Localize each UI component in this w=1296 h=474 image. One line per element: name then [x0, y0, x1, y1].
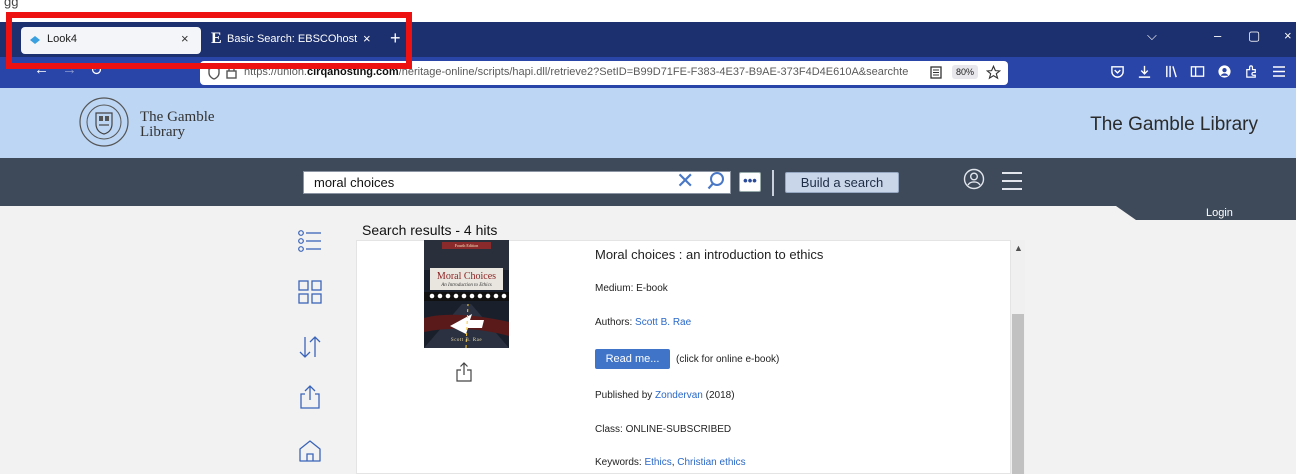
- share-icon[interactable]: [297, 384, 323, 410]
- login-link[interactable]: Login: [1206, 207, 1233, 219]
- tab-list-dropdown-icon[interactable]: ⌵: [1147, 28, 1157, 44]
- keyword-link[interactable]: Ethics: [644, 457, 671, 468]
- cover-edition: Fourth Edition: [454, 243, 479, 248]
- shield-icon[interactable]: [208, 66, 220, 80]
- result-authors: Authors: Scott B. Rae: [595, 317, 692, 328]
- divider: [772, 170, 774, 196]
- forward-button[interactable]: →: [62, 61, 77, 78]
- minimize-button[interactable]: –: [1214, 28, 1221, 43]
- search-input[interactable]: moral choices: [303, 171, 731, 194]
- scroll-up-arrow-icon[interactable]: ▲: [1014, 243, 1023, 253]
- reload-button[interactable]: ↻: [90, 61, 103, 79]
- sort-icon[interactable]: [297, 334, 323, 360]
- cover-author: Scott B. Rae: [450, 338, 483, 343]
- tab-title: Basic Search: EBSCOhost: [227, 33, 358, 45]
- tab-title: Look4: [47, 33, 77, 45]
- book-cover-image[interactable]: Fourth Edition Moral Choices An Introduc…: [424, 240, 509, 348]
- college-seal-logo[interactable]: [78, 96, 130, 148]
- tab-look4[interactable]: Look4 ×: [21, 27, 201, 54]
- result-publisher: Published by Zondervan (2018): [595, 390, 735, 401]
- new-tab-button[interactable]: +: [390, 27, 401, 49]
- result-medium: Medium: E-book: [595, 283, 668, 294]
- top-strip: gg: [0, 0, 1296, 22]
- tab-close-icon[interactable]: ×: [181, 31, 189, 46]
- extensions-icon[interactable]: [1244, 64, 1259, 79]
- address-bar[interactable]: https://union.cirqahosting.com/heritage-…: [200, 61, 1008, 85]
- user-account-icon[interactable]: [963, 168, 985, 190]
- grid-view-icon[interactable]: [297, 279, 323, 305]
- search-icon[interactable]: [706, 171, 726, 191]
- account-icon[interactable]: [1217, 64, 1232, 79]
- lock-icon[interactable]: [226, 66, 237, 79]
- author-link[interactable]: Scott B. Rae: [635, 317, 691, 328]
- build-search-button[interactable]: Build a search: [785, 172, 899, 193]
- library-icon[interactable]: [1164, 64, 1179, 79]
- share-result-icon[interactable]: [455, 362, 473, 382]
- sidebar-icon[interactable]: [1190, 64, 1205, 79]
- hamburger-menu-icon[interactable]: [1002, 172, 1022, 196]
- results-heading: Search results - 4 hits: [362, 222, 498, 238]
- cover-title: Moral Choices: [436, 271, 497, 282]
- downloads-icon[interactable]: [1137, 64, 1152, 79]
- result-keywords: Keywords: Ethics, Christian ethics: [595, 457, 746, 468]
- keyword-link[interactable]: Christian ethics: [677, 457, 745, 468]
- close-window-button[interactable]: ×: [1284, 28, 1292, 43]
- cover-subtitle: An Introduction to Ethics: [441, 283, 492, 288]
- search-query-text: moral choices: [314, 175, 395, 190]
- result-class: Class: ONLINE-SUBSCRIBED: [595, 424, 732, 435]
- reader-view-icon[interactable]: [930, 66, 942, 79]
- result-title[interactable]: Moral choices : an introduction to ethic…: [595, 247, 823, 262]
- ebsco-favicon-icon: E: [211, 30, 222, 47]
- back-button[interactable]: ←: [34, 61, 49, 78]
- screen: gg Look4 × E Basic Search: EBSCOhost × +…: [0, 0, 1296, 474]
- url-text: https://union.cirqahosting.com/heritage-…: [244, 66, 909, 78]
- scrollbar-thumb[interactable]: [1012, 314, 1024, 474]
- tab-close-icon[interactable]: ×: [363, 31, 371, 46]
- cover-art: [424, 240, 509, 348]
- top-text-fragment: gg: [4, 0, 19, 9]
- read-me-button[interactable]: Read me...: [595, 349, 670, 369]
- library-name-title: The Gamble Library: [1090, 114, 1258, 135]
- list-view-icon[interactable]: [297, 228, 323, 254]
- look4-favicon-icon: [30, 36, 40, 44]
- bookmark-star-icon[interactable]: [986, 65, 1001, 80]
- clear-search-icon[interactable]: ✕: [676, 168, 694, 194]
- publisher-link[interactable]: Zondervan: [655, 390, 703, 401]
- pocket-icon[interactable]: [1110, 64, 1125, 79]
- home-icon[interactable]: [297, 438, 323, 464]
- menu-icon[interactable]: [1272, 65, 1286, 78]
- more-options-button[interactable]: •••: [739, 172, 761, 192]
- tab-ebscohost[interactable]: E Basic Search: EBSCOhost ×: [205, 27, 385, 54]
- restore-button[interactable]: ▢: [1248, 28, 1260, 44]
- read-note: (click for online e-book): [676, 354, 780, 365]
- zoom-level-badge[interactable]: 80%: [952, 65, 979, 79]
- library-name-logo-text: The Gamble Library: [140, 109, 215, 140]
